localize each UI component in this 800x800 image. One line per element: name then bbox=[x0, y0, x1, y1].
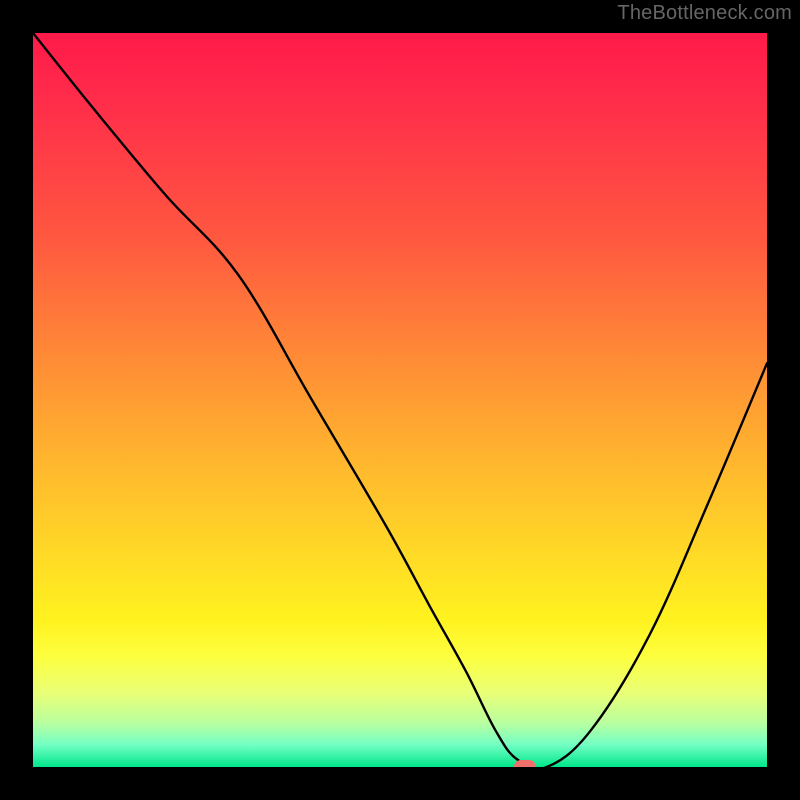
bottleneck-curve bbox=[33, 33, 767, 767]
plot-area bbox=[33, 33, 767, 767]
watermark-text: TheBottleneck.com bbox=[617, 2, 792, 25]
optimal-marker bbox=[514, 760, 536, 767]
chart-stage: TheBottleneck.com bbox=[0, 0, 800, 800]
